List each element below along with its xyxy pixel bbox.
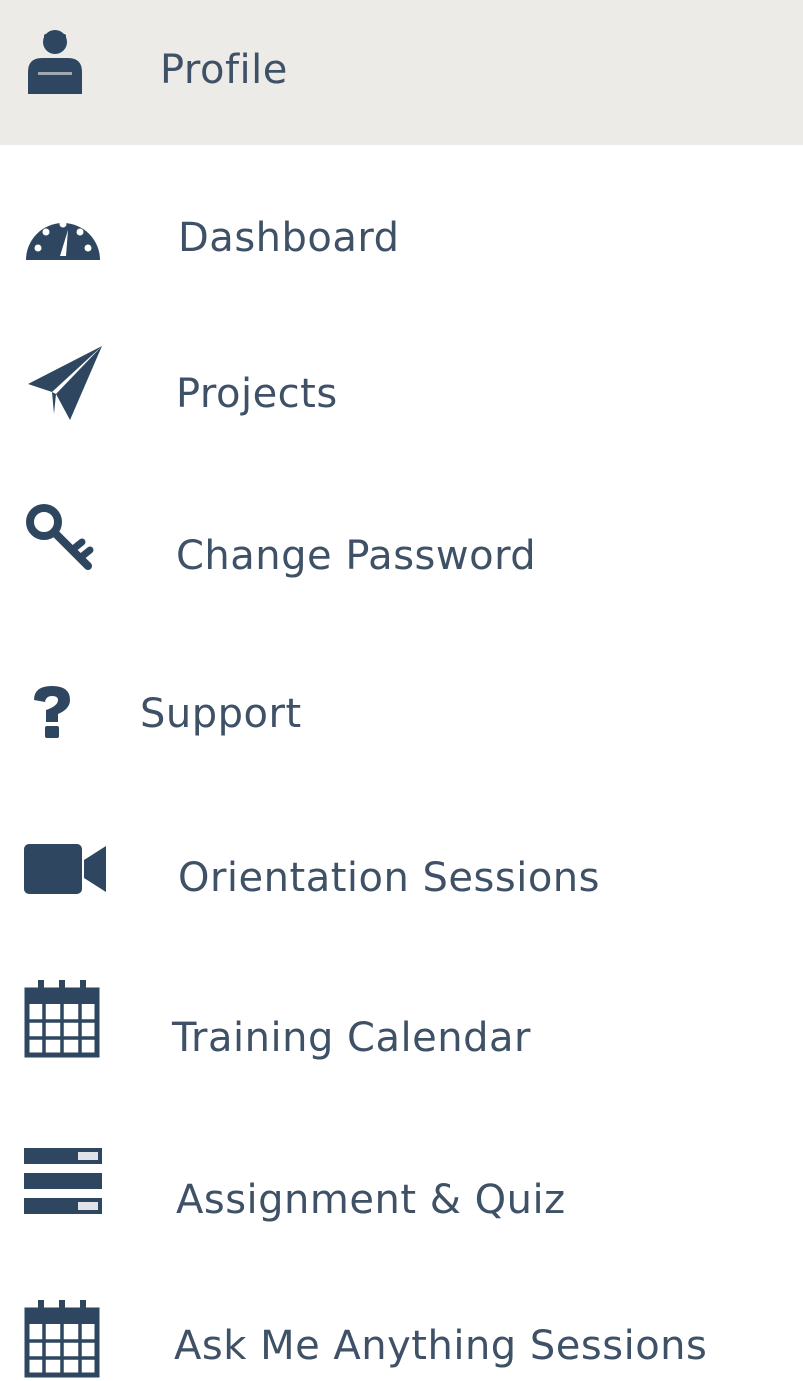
sidebar-item-label: Training Calendar — [172, 1015, 531, 1061]
dashboard-icon — [24, 212, 102, 262]
video-camera-icon — [24, 842, 108, 896]
sidebar-item-label: Ask Me Anything Sessions — [174, 1323, 708, 1369]
paper-plane-icon — [26, 344, 104, 422]
key-icon — [26, 504, 98, 570]
sidebar-item-support[interactable]: Support — [0, 642, 803, 792]
sidebar-item-dashboard[interactable]: Dashboard — [0, 158, 803, 308]
sidebar-item-label: Projects — [176, 371, 338, 417]
sidebar-item-label: Orientation Sessions — [178, 855, 600, 901]
sidebar-item-profile[interactable]: Profile — [0, 0, 803, 145]
calendar-icon — [24, 976, 100, 1058]
sidebar-item-change-password[interactable]: Change Password — [0, 480, 803, 630]
sidebar-item-assignment-quiz[interactable]: Assignment & Quiz — [0, 1132, 803, 1282]
sidebar-item-label: Change Password — [176, 533, 537, 579]
sidebar-item-label: Dashboard — [178, 215, 400, 261]
user-icon — [24, 28, 86, 94]
sidebar-item-label: Profile — [160, 47, 288, 93]
sidebar-item-training-calendar[interactable]: Training Calendar — [0, 966, 803, 1116]
sidebar-item-ask-me-anything[interactable]: Ask Me Anything Sessions — [0, 1290, 803, 1381]
calendar-icon — [24, 1296, 100, 1378]
sidebar-item-label: Assignment & Quiz — [176, 1177, 566, 1223]
sidebar-item-projects[interactable]: Projects — [0, 318, 803, 468]
sidebar-menu: Profile Dashboard Projects Change Passwo… — [0, 0, 803, 1381]
question-icon — [28, 684, 76, 738]
list-icon — [24, 1148, 104, 1214]
sidebar-item-label: Support — [140, 691, 302, 737]
sidebar-item-orientation-sessions[interactable]: Orientation Sessions — [0, 806, 803, 956]
